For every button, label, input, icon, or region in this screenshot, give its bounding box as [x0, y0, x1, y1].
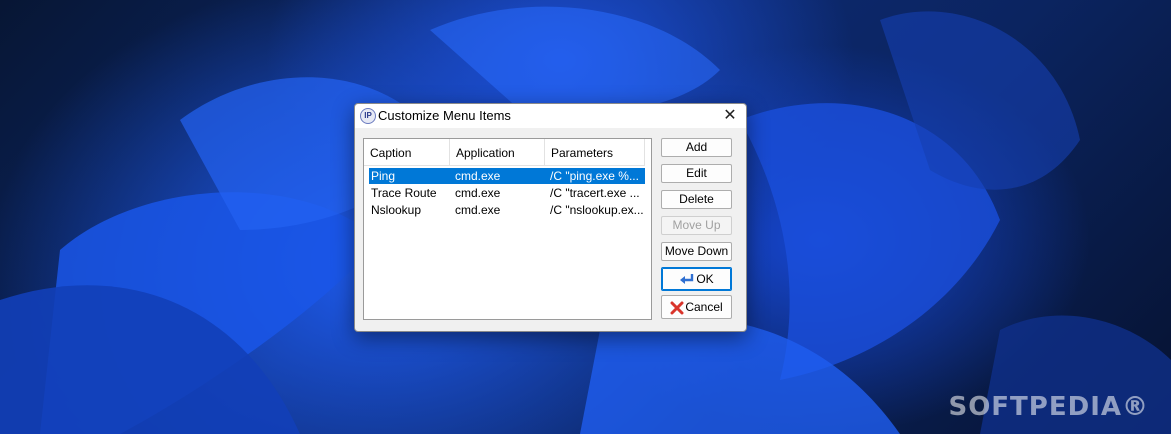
row-application: cmd.exe: [455, 186, 501, 200]
row-application: cmd.exe: [455, 169, 501, 183]
ok-label: OK: [696, 272, 714, 286]
red-x-icon: [670, 301, 684, 315]
row-caption: Ping: [371, 169, 396, 183]
ok-button[interactable]: OK: [661, 267, 732, 291]
list-header: Caption Application Parameters: [364, 139, 645, 166]
row-parameters: /C "ping.exe %...: [550, 169, 639, 183]
cancel-button[interactable]: Cancel: [661, 295, 732, 319]
enter-arrow-icon: [680, 274, 694, 285]
menu-items-list[interactable]: Caption Application Parameters Ping cmd.…: [363, 138, 652, 320]
delete-button[interactable]: Delete: [661, 190, 732, 209]
row-application: cmd.exe: [455, 203, 501, 217]
row-caption: Nslookup: [371, 203, 422, 217]
add-button[interactable]: Add: [661, 138, 732, 157]
move-down-button[interactable]: Move Down: [661, 242, 732, 261]
window-title: Customize Menu Items: [378, 108, 511, 123]
title-bar: IP Customize Menu Items ✕: [355, 104, 746, 128]
close-button[interactable]: ✕: [720, 106, 740, 126]
list-row[interactable]: Nslookup cmd.exe /C "nslookup.ex...: [369, 202, 645, 218]
cancel-label: Cancel: [685, 300, 723, 314]
softpedia-watermark: SOFTPEDIA®: [948, 392, 1149, 422]
app-icon: IP: [360, 108, 376, 124]
column-header-caption[interactable]: Caption: [364, 139, 450, 165]
row-caption: Trace Route: [371, 186, 437, 200]
column-header-parameters[interactable]: Parameters: [545, 139, 645, 165]
move-up-button[interactable]: Move Up: [661, 216, 732, 235]
edit-button[interactable]: Edit: [661, 164, 732, 183]
customize-menu-items-dialog: IP Customize Menu Items ✕ Caption Applic…: [354, 103, 747, 332]
column-header-application[interactable]: Application: [450, 139, 545, 165]
list-row[interactable]: Trace Route cmd.exe /C "tracert.exe ...: [369, 185, 645, 201]
row-parameters: /C "tracert.exe ...: [550, 186, 640, 200]
list-row[interactable]: Ping cmd.exe /C "ping.exe %...: [369, 168, 645, 184]
row-parameters: /C "nslookup.ex...: [550, 203, 644, 217]
